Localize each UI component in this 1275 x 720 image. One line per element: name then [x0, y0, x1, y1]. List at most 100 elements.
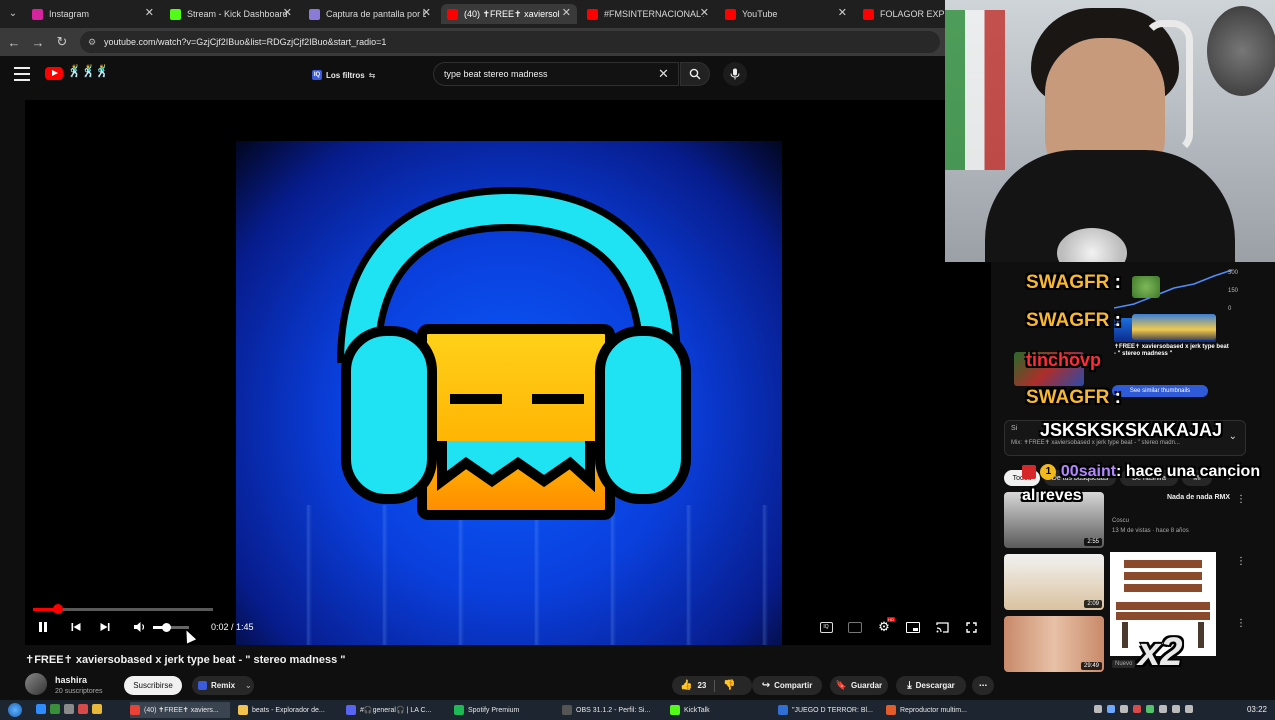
pause-button[interactable] — [35, 618, 51, 636]
tray-icon[interactable] — [1133, 705, 1141, 713]
tray-icon[interactable] — [1146, 705, 1154, 713]
tab-search-icon[interactable]: ⌄ — [6, 6, 20, 20]
download-label: Descargar — [915, 681, 955, 690]
chat-message: 1 00saint: hace una cancion al reves — [1022, 460, 1272, 508]
tab-current-video[interactable]: (40) ✝FREE✝ xaviersol ✕ — [441, 4, 577, 24]
search-button[interactable] — [680, 62, 710, 86]
chat-user: SWAGFR — [1026, 387, 1110, 408]
preview-caption: ✝FREE✝ xaviersobased x jerk type beat - … — [1114, 344, 1229, 357]
similar-thumbnails-button[interactable]: See similar thumbnails — [1112, 385, 1208, 397]
pinned-app-icon[interactable] — [50, 704, 60, 714]
tab-instagram[interactable]: Instagram ✕ — [26, 4, 160, 24]
kick-icon — [670, 705, 680, 715]
taskbar-item[interactable]: OBS 31.1.2 - Perfil: Si... — [562, 702, 662, 718]
close-icon[interactable]: ✕ — [838, 6, 847, 19]
subtitles-button[interactable] — [847, 619, 863, 635]
back-icon[interactable]: ← — [6, 34, 22, 50]
rec-channel[interactable]: Coscu — [1112, 518, 1129, 524]
pinned-app-icon[interactable] — [78, 704, 88, 714]
chrome-icon — [130, 705, 140, 715]
start-icon[interactable] — [8, 703, 22, 717]
taskbar-item[interactable]: Spotify Premium — [454, 702, 554, 718]
menu-icon[interactable] — [14, 67, 30, 81]
iq-button[interactable]: IQ — [818, 619, 834, 635]
taskbar-item[interactable]: #🎧general🎧 | LA C... — [346, 702, 446, 718]
volume-slider[interactable] — [153, 623, 189, 632]
taskbar-item[interactable]: beats - Explorador de... — [238, 702, 338, 718]
site-info-icon[interactable]: ⚙ — [88, 37, 96, 48]
channel-name[interactable]: hashira — [55, 675, 87, 685]
tray-icon[interactable] — [1159, 705, 1167, 713]
sliders-icon: ⇆ — [368, 70, 376, 80]
graph-tick: 0 — [1228, 306, 1232, 312]
taskbar-item[interactable]: "JUEGO D TERROR: Bl... — [778, 702, 878, 718]
fullscreen-button[interactable] — [963, 619, 979, 635]
reload-icon[interactable]: ↻ — [54, 34, 70, 50]
tray-icon[interactable] — [1094, 705, 1102, 713]
tab-youtube[interactable]: YouTube ✕ — [719, 4, 853, 24]
tab-screenshot[interactable]: Captura de pantalla por L ✕ — [303, 4, 437, 24]
pinned-apps — [36, 704, 116, 716]
youtube-icon — [725, 8, 736, 20]
close-icon[interactable]: ✕ — [422, 6, 431, 19]
skip-back-icon — [71, 623, 81, 631]
channel-avatar[interactable] — [25, 673, 47, 695]
more-vert-icon[interactable]: ⋮ — [1236, 556, 1246, 567]
clear-search-icon[interactable]: ✕ — [658, 66, 669, 82]
more-actions-button[interactable]: ⋯ — [972, 676, 994, 695]
close-icon[interactable]: ✕ — [283, 6, 292, 19]
taskbar-clock[interactable]: 03:22 — [1247, 705, 1267, 714]
cast-button[interactable] — [934, 619, 950, 635]
pinned-app-icon[interactable] — [36, 704, 46, 714]
address-bar[interactable]: ⚙ youtube.com/watch?v=GzjCjf2IBuo&list=R… — [80, 31, 940, 53]
pinned-app-icon[interactable] — [92, 704, 102, 714]
tab-folagor[interactable]: FOLAGOR EXPLOTA — [857, 4, 945, 24]
wifi-icon[interactable] — [1172, 705, 1180, 713]
taskbar-label: beats - Explorador de... — [252, 706, 325, 714]
chevron-down-icon[interactable]: ⌄ — [1229, 431, 1237, 442]
close-icon[interactable]: ✕ — [562, 6, 571, 19]
next-button[interactable] — [97, 618, 113, 636]
more-vert-icon[interactable]: ⋮ — [1236, 618, 1246, 629]
rec-thumbnail[interactable]: 29:49 — [1004, 616, 1104, 672]
volume-handle[interactable] — [161, 623, 171, 632]
voice-search-button[interactable] — [723, 62, 747, 86]
miniplayer-button[interactable] — [905, 619, 921, 635]
tab-label: Captura de pantalla por L — [326, 9, 426, 19]
like-icon[interactable]: 👍 — [680, 680, 692, 691]
taskbar-item[interactable]: (40) ✝FREE✝ xaviers... — [130, 702, 230, 718]
chat-badge-icon — [1022, 464, 1036, 479]
forward-icon[interactable]: → — [30, 34, 46, 50]
filters-button[interactable]: IQ Los filtros ⇆ — [312, 67, 375, 83]
download-button[interactable]: ⤓ Descargar — [896, 676, 966, 695]
close-icon[interactable]: ✕ — [145, 6, 154, 19]
share-button[interactable]: ↪ Compartir — [752, 676, 822, 695]
video-player[interactable]: 0:02 / 1:45 IQ ⚙ HD — [25, 100, 991, 645]
save-button[interactable]: 🔖 Guardar — [830, 676, 888, 695]
dislike-icon[interactable]: 👎 — [723, 680, 735, 691]
subscribe-button[interactable]: Suscribirse — [124, 676, 182, 695]
tab-label: (40) ✝FREE✝ xaviersol — [464, 8, 560, 19]
taskbar-item[interactable]: Reproductor multim... — [886, 702, 986, 718]
tab-kick-dashboard[interactable]: Stream - Kick Dashboard ✕ — [164, 4, 298, 24]
settings-button[interactable]: ⚙ HD — [876, 617, 895, 635]
youtube-icon — [863, 8, 874, 20]
speaker-icon[interactable] — [1185, 705, 1193, 713]
remix-button[interactable]: Remix ⌄ — [192, 676, 254, 695]
close-icon[interactable]: ✕ — [700, 6, 709, 19]
progress-bar[interactable] — [33, 604, 213, 614]
tray-icon[interactable] — [1107, 705, 1115, 713]
previous-button[interactable] — [68, 618, 84, 636]
tab-fms[interactable]: #FMSINTERNACIONAL 20 ✕ — [581, 4, 715, 24]
mute-button[interactable] — [132, 618, 148, 636]
search-input[interactable]: type beat stereo madness — [433, 62, 679, 86]
like-count[interactable]: 23 — [697, 681, 706, 690]
youtube-logo[interactable] — [45, 67, 63, 80]
rec-thumbnail[interactable]: 2:09 — [1004, 554, 1104, 610]
taskbar-item[interactable]: KickTalk — [670, 702, 770, 718]
scrubber-handle[interactable] — [53, 604, 64, 614]
tray-icon[interactable] — [1120, 705, 1128, 713]
logo-doodle[interactable]: 🕺🕺🕺 — [67, 64, 110, 78]
game-icon — [778, 705, 788, 715]
pinned-app-icon[interactable] — [64, 704, 74, 714]
